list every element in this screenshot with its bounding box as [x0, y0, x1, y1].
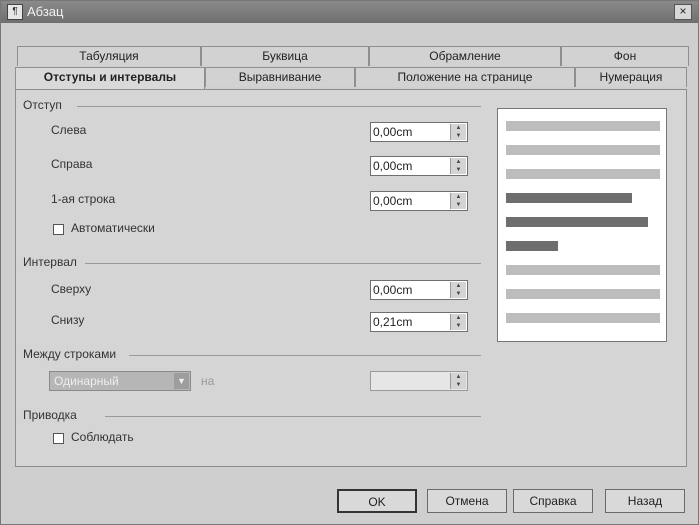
tab-borders[interactable]: Обрамление [369, 46, 561, 66]
window-title: Абзац [27, 4, 64, 19]
button-bar: OK Отмена Справка Назад [1, 477, 698, 524]
tab-indents-spacing[interactable]: Отступы и интервалы [15, 67, 205, 89]
preview-line [506, 289, 660, 299]
close-button[interactable]: × [674, 4, 692, 20]
spin-up-icon[interactable]: ▲ [451, 124, 466, 132]
linespacing-by-label: на [201, 374, 215, 388]
spin-up-icon[interactable]: ▲ [451, 314, 466, 322]
tab-alignment[interactable]: Выравнивание [205, 67, 355, 87]
linespacing-selected: Одинарный [54, 374, 119, 388]
tab-background[interactable]: Фон [561, 46, 689, 66]
register-heading: Приводка [23, 408, 77, 422]
linespacing-value-input[interactable] [373, 373, 447, 389]
spin-down-icon[interactable]: ▼ [451, 201, 466, 209]
linespacing-value-arrows[interactable]: ▲ ▼ [450, 373, 466, 389]
spin-down-icon[interactable]: ▼ [451, 290, 466, 298]
register-true-checkbox[interactable] [53, 433, 64, 444]
spin-up-icon[interactable]: ▲ [451, 282, 466, 290]
paragraph-dialog: ¶ Абзац × Табуляция Буквица Обрамление Ф… [0, 0, 699, 525]
tab-row-top: Табуляция Буквица Обрамление Фон [17, 46, 689, 66]
title-bar[interactable]: ¶ Абзац × [1, 1, 698, 23]
paragraph-preview [497, 108, 667, 342]
tab-numbering[interactable]: Нумерация [575, 67, 687, 87]
auto-indent-label: Автоматически [71, 221, 155, 235]
indent-left-input[interactable] [373, 124, 447, 140]
preview-line [506, 145, 660, 155]
chevron-down-icon[interactable]: ▼ [174, 373, 189, 389]
indent-first-input[interactable] [373, 193, 447, 209]
spin-up-icon[interactable]: ▲ [451, 373, 466, 381]
linespacing-separator [129, 355, 481, 356]
spacing-below-spinner[interactable]: ▲▼ [370, 312, 468, 332]
app-icon: ¶ [7, 4, 23, 20]
spacing-heading: Интервал [23, 255, 77, 269]
spacing-below-arrows[interactable]: ▲ ▼ [450, 314, 466, 330]
spin-up-icon[interactable]: ▲ [451, 158, 466, 166]
spacing-separator [85, 263, 481, 264]
help-button[interactable]: Справка [513, 489, 593, 513]
spacing-below-label: Снизу [51, 313, 85, 327]
spin-down-icon[interactable]: ▼ [451, 166, 466, 174]
auto-indent-checkbox[interactable] [53, 224, 64, 235]
preview-line [506, 313, 660, 323]
indent-right-input[interactable] [373, 158, 447, 174]
indent-left-spinner[interactable]: ▲▼ [370, 122, 468, 142]
spin-down-icon[interactable]: ▼ [451, 381, 466, 389]
indent-first-label: 1-ая строка [51, 192, 116, 206]
preview-line [506, 265, 660, 275]
reset-button[interactable]: Назад [605, 489, 685, 513]
spin-down-icon[interactable]: ▼ [451, 322, 466, 330]
spin-up-icon[interactable]: ▲ [451, 193, 466, 201]
spacing-above-label: Сверху [51, 282, 92, 296]
spacing-below-input[interactable] [373, 314, 447, 330]
register-true-label: Соблюдать [71, 430, 134, 444]
indent-right-spinner[interactable]: ▲▼ [370, 156, 468, 176]
tab-text-flow[interactable]: Положение на странице [355, 67, 575, 87]
spacing-above-arrows[interactable]: ▲ ▼ [450, 282, 466, 298]
indent-left-arrows[interactable]: ▲ ▼ [450, 124, 466, 140]
indent-left-label: Слева [51, 123, 87, 137]
indent-heading: Отступ [23, 98, 62, 112]
indent-right-label: Справа [51, 157, 93, 171]
tab-tabulation[interactable]: Табуляция [17, 46, 201, 66]
linespacing-select[interactable]: Одинарный ▼ [49, 371, 191, 391]
indent-separator [77, 106, 481, 107]
spin-down-icon[interactable]: ▼ [451, 132, 466, 140]
preview-line-current [506, 193, 632, 203]
preview-line-current [506, 217, 648, 227]
cancel-button[interactable]: Отмена [427, 489, 507, 513]
tab-row-bottom: Отступы и интервалы Выравнивание Положен… [15, 67, 687, 89]
indent-first-arrows[interactable]: ▲ ▼ [450, 193, 466, 209]
preview-line-current [506, 241, 558, 251]
linespacing-value-spinner[interactable]: ▲ ▼ [370, 371, 468, 391]
spacing-above-spinner[interactable]: ▲▼ [370, 280, 468, 300]
register-separator [105, 416, 481, 417]
ok-button[interactable]: OK [337, 489, 417, 513]
indent-first-spinner[interactable]: ▲▼ [370, 191, 468, 211]
linespacing-heading: Между строками [23, 347, 117, 361]
indent-right-arrows[interactable]: ▲ ▼ [450, 158, 466, 174]
preview-line [506, 121, 660, 131]
preview-line [506, 169, 660, 179]
tab-dropcaps[interactable]: Буквица [201, 46, 369, 66]
spacing-above-input[interactable] [373, 282, 447, 298]
